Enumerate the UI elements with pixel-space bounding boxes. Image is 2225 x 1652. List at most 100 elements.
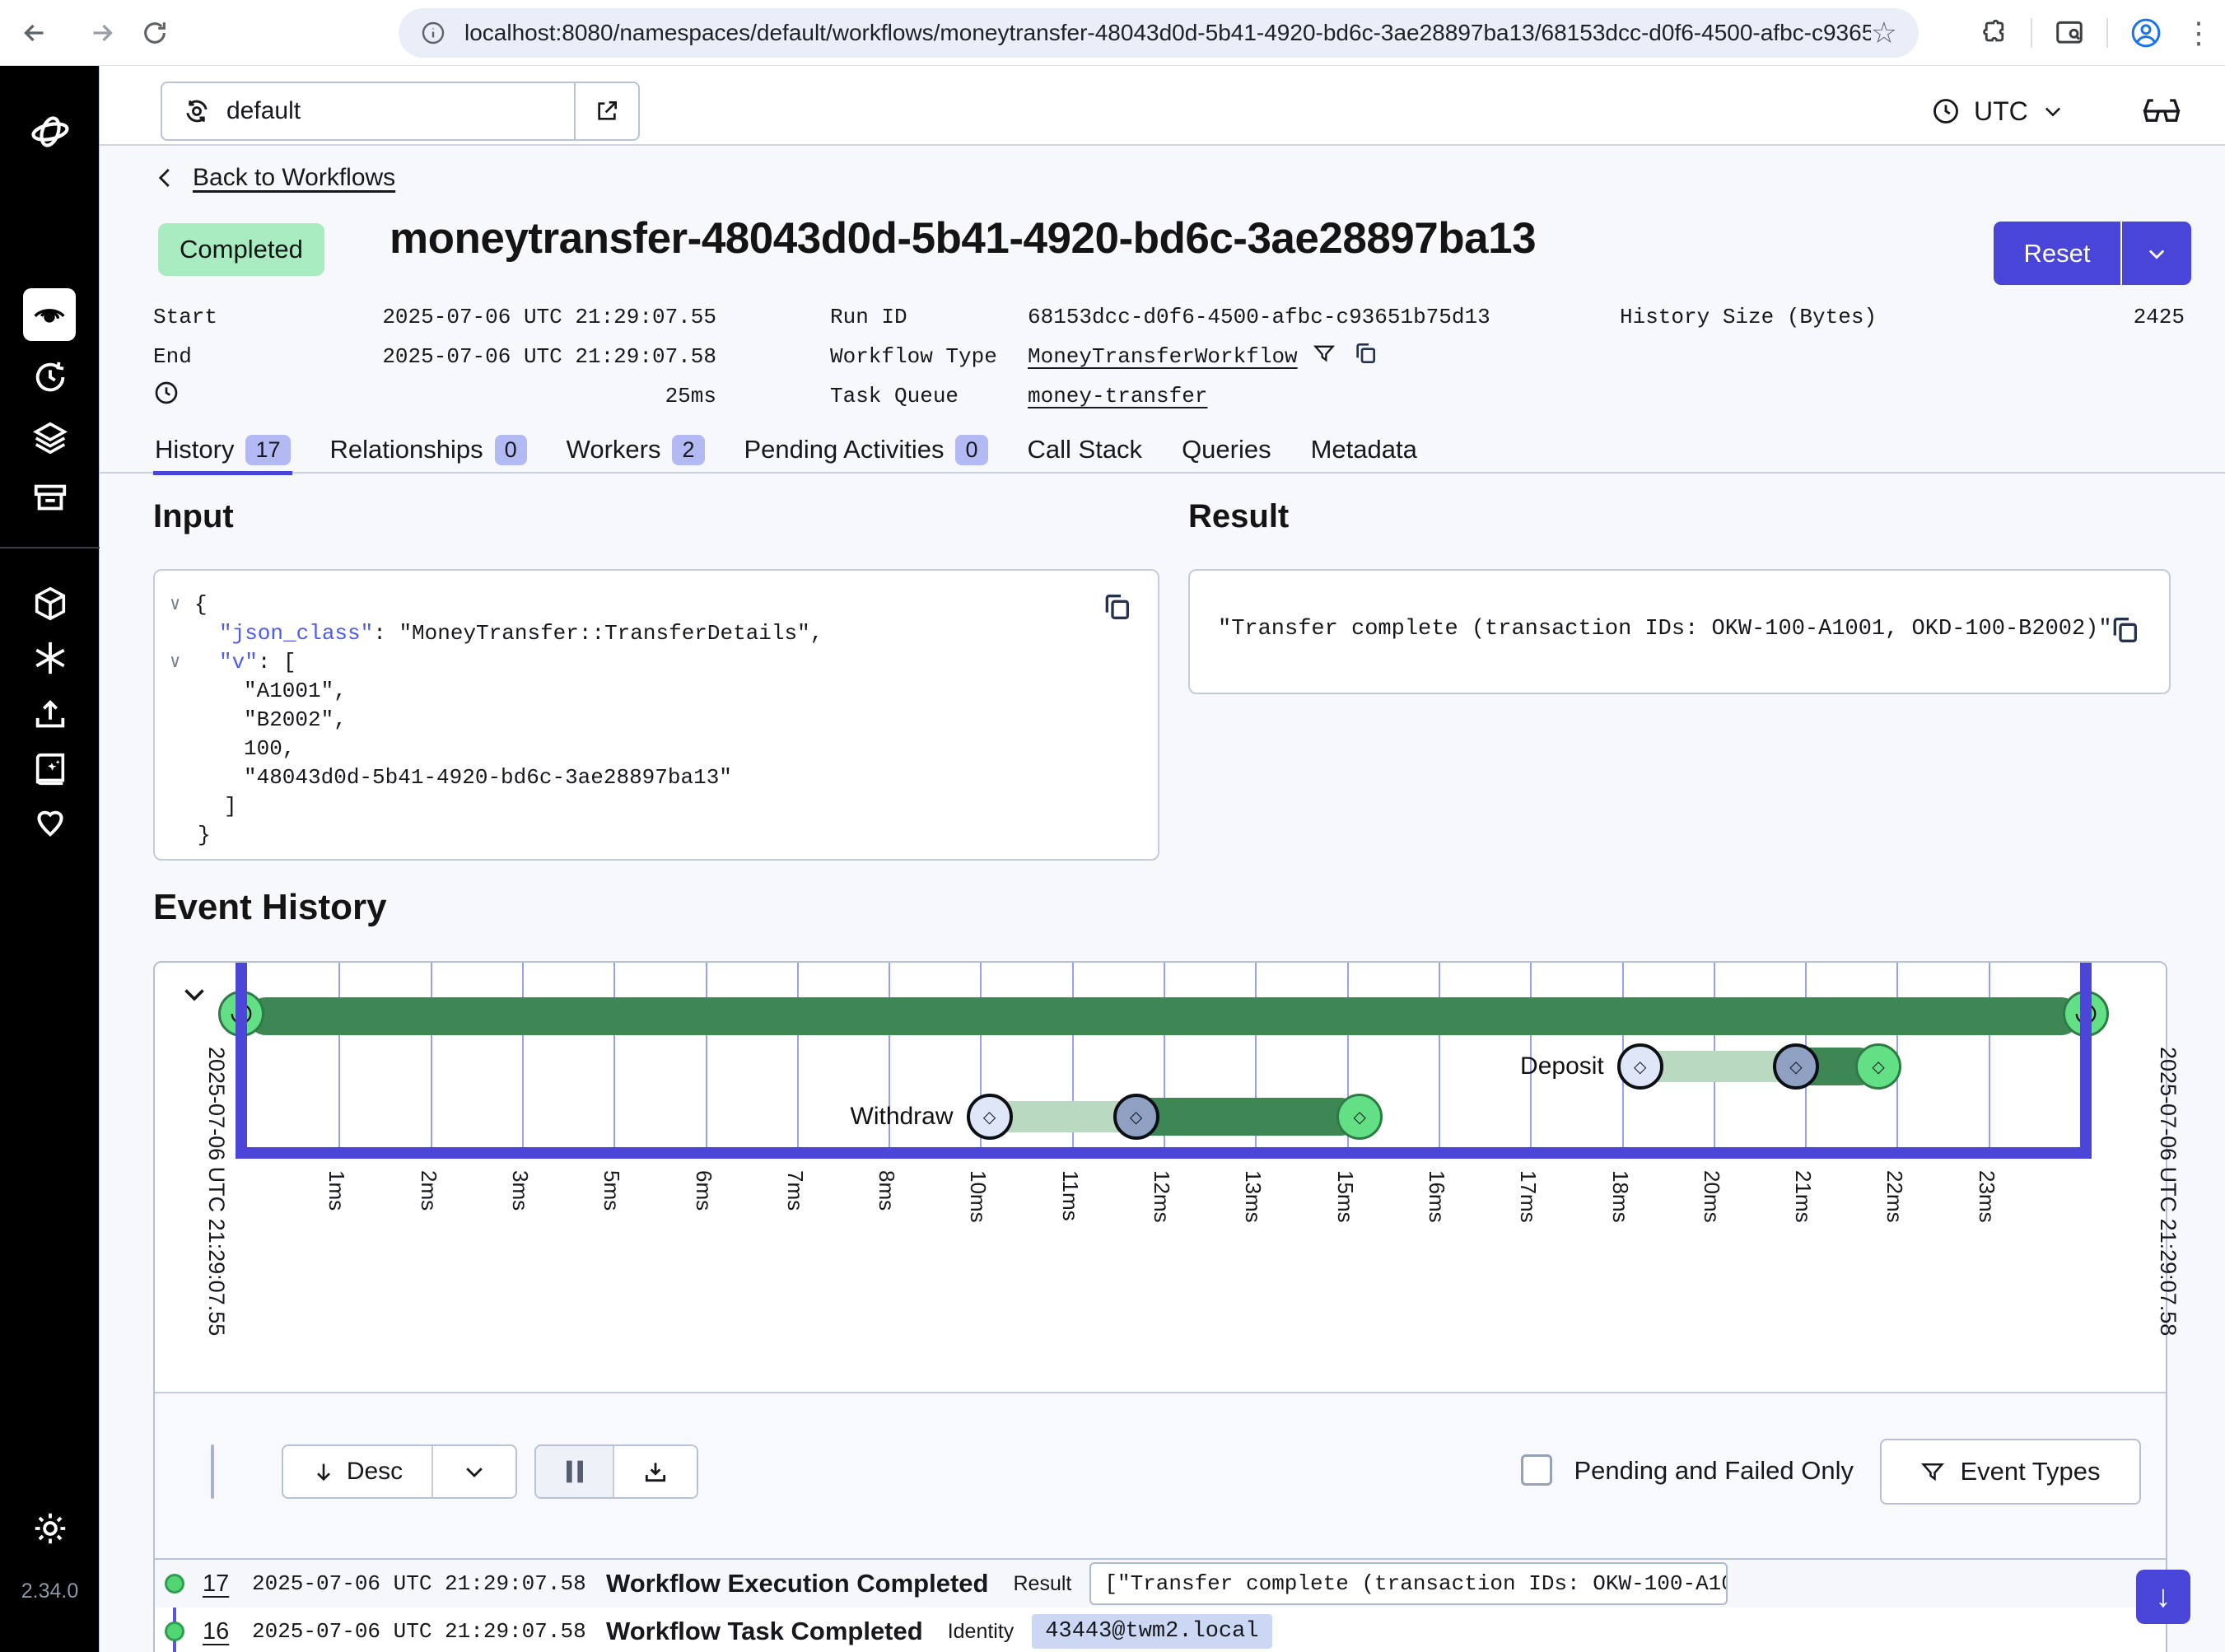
site-info-icon[interactable]	[420, 20, 446, 46]
detail-label: Task Queue	[830, 384, 1028, 408]
activity-scheduled-node[interactable]: ◇	[967, 1094, 1013, 1140]
detail-row: Run ID68153dcc-d0f6-4500-afbc-c93651b75d…	[830, 297, 1490, 337]
activity-started-node[interactable]: ◇	[1773, 1043, 1819, 1090]
namespace-open-button[interactable]	[574, 83, 638, 139]
event-types-button[interactable]: Event Types	[1880, 1439, 2141, 1505]
timezone-selector[interactable]: UTC	[1931, 82, 2064, 141]
activity-label: Deposit	[1520, 1048, 1604, 1085]
detail-row: 25ms	[153, 376, 716, 416]
sidebar-item-namespaces[interactable]	[0, 581, 100, 627]
sidebar-item-docs[interactable]	[0, 746, 100, 792]
detail-icons	[1313, 340, 1378, 373]
copy-button[interactable]	[1352, 340, 1378, 373]
duration-clock-icon	[153, 380, 180, 413]
back-to-workflows-link[interactable]: Back to Workflows	[153, 164, 395, 192]
bookmark-star-icon[interactable]: ☆	[1871, 16, 1897, 50]
sidebar-item-nexus[interactable]	[0, 635, 100, 681]
event-row[interactable]: 162025-07-06 UTC 21:29:07.58Workflow Tas…	[155, 1608, 2166, 1652]
detail-value-link[interactable]: money-transfer	[1028, 384, 1207, 408]
input-copy-button[interactable]	[1100, 590, 1133, 628]
result-copy-button[interactable]	[2108, 614, 2141, 651]
labs-mode-toggle[interactable]	[2140, 82, 2183, 141]
detail-value-group: 2425	[2134, 305, 2185, 329]
json-line-text: "json_class": "MoneyTransfer::TransferDe…	[155, 619, 1100, 648]
detail-label: End	[153, 344, 192, 369]
timeline-tick-label: 21ms	[1790, 1170, 1816, 1223]
event-status-dot	[165, 1622, 184, 1641]
detail-value: 2025-07-06 UTC 21:29:07.55	[382, 305, 716, 329]
tab-call-stack[interactable]: Call Stack	[1026, 426, 1145, 474]
tab-label: Metadata	[1311, 435, 1417, 464]
tab-label: Queries	[1182, 435, 1271, 464]
tab-relationships[interactable]: Relationships0	[329, 426, 529, 474]
browser-back-button[interactable]	[12, 10, 58, 56]
extensions-icon[interactable]	[1980, 18, 2009, 48]
pending-failed-checkbox[interactable]	[1521, 1454, 1552, 1486]
sidebar-item-deployments[interactable]	[0, 415, 100, 461]
event-id-link[interactable]: 16	[203, 1618, 252, 1645]
address-bar[interactable]: localhost:8080/namespaces/default/workfl…	[399, 8, 1919, 58]
activity-started-node[interactable]: ◇	[1113, 1094, 1159, 1140]
back-arrow-icon	[20, 18, 49, 48]
download-history-button[interactable]	[614, 1446, 697, 1497]
event-id-link[interactable]: 17	[203, 1570, 252, 1598]
pause-icon	[564, 1459, 585, 1484]
event-row[interactable]: 172025-07-06 UTC 21:29:07.58Workflow Exe…	[155, 1560, 2166, 1608]
timeline-tick-label: 23ms	[1974, 1170, 1999, 1223]
profile-avatar-icon[interactable]	[2129, 16, 2162, 49]
tab-count-badge: 0	[495, 435, 527, 465]
collapse-caret-icon[interactable]: ∨	[170, 590, 180, 619]
json-line: 100,	[155, 735, 1100, 763]
timeline-tick-label: 2ms	[416, 1170, 441, 1211]
event-history-panel: Deposit◇◇◇Withdraw◇◇◇ 1ms2ms3ms5ms6ms7ms…	[153, 961, 2167, 1652]
tab-pending-activities[interactable]: Pending Activities0	[743, 426, 990, 474]
url-text[interactable]: localhost:8080/namespaces/default/workfl…	[464, 20, 1871, 46]
filter-button[interactable]	[1313, 342, 1336, 371]
sort-menu-button[interactable]	[433, 1446, 515, 1497]
theme-toggle[interactable]	[0, 1505, 100, 1552]
tab-count-badge: 2	[672, 435, 704, 465]
tab-metadata[interactable]: Metadata	[1309, 426, 1419, 474]
event-history-controls: Desc Pending and Failed Only	[155, 1392, 2166, 1560]
detail-value: 2025-07-06 UTC 21:29:07.58	[382, 344, 716, 369]
reset-menu-button[interactable]	[2120, 222, 2191, 285]
detail-value-link[interactable]: MoneyTransferWorkflow	[1028, 344, 1298, 369]
json-line-text: 100,	[155, 735, 1100, 763]
collapse-caret-icon[interactable]: ∨	[170, 648, 180, 677]
side-panel-search-icon[interactable]	[2054, 17, 2085, 49]
reset-button[interactable]: Reset	[1994, 222, 2120, 285]
namespace-selector[interactable]: default	[161, 82, 640, 141]
timeline-collapse-button[interactable]	[176, 976, 212, 1012]
activity-completed-node[interactable]: ◇	[1855, 1043, 1901, 1090]
forward-arrow-icon	[87, 18, 117, 48]
input-json: ∨{"json_class": "MoneyTransfer::Transfer…	[155, 590, 1100, 850]
reload-icon	[141, 19, 169, 47]
namespace-selector-main[interactable]: default	[162, 83, 574, 139]
event-types-label: Event Types	[1960, 1457, 2100, 1486]
sidebar-item-feedback[interactable]	[0, 798, 100, 844]
sidebar-item-workflows[interactable]	[23, 288, 76, 341]
browser-menu-icon[interactable]: ⋮	[2184, 16, 2213, 50]
tab-history[interactable]: History17	[153, 426, 292, 474]
json-line: "json_class": "MoneyTransfer::TransferDe…	[155, 619, 1100, 648]
scroll-to-bottom-button[interactable]: ↓	[2136, 1570, 2190, 1624]
activity-completed-node[interactable]: ◇	[1336, 1094, 1383, 1140]
chevron-down-icon	[462, 1459, 487, 1484]
sidebar-item-schedules[interactable]	[0, 354, 100, 400]
browser-forward-button[interactable]	[79, 10, 125, 56]
tab-workers[interactable]: Workers2	[565, 426, 707, 474]
sort-desc-button[interactable]: Desc	[283, 1446, 433, 1497]
sidebar-item-import[interactable]	[0, 692, 100, 738]
workflow-execution-bar[interactable]	[247, 997, 2080, 1035]
browser-reload-button[interactable]	[132, 10, 178, 56]
pause-button[interactable]	[536, 1446, 614, 1497]
detail-value: 25ms	[665, 384, 716, 408]
playback-group	[534, 1444, 698, 1499]
sidebar-divider	[0, 547, 100, 548]
temporal-logo[interactable]	[0, 109, 100, 155]
activity-scheduled-node[interactable]: ◇	[1617, 1043, 1663, 1090]
sidebar-item-archive[interactable]	[0, 474, 100, 520]
namespace-name: default	[226, 97, 301, 125]
download-icon	[642, 1458, 669, 1485]
tab-queries[interactable]: Queries	[1180, 426, 1273, 474]
